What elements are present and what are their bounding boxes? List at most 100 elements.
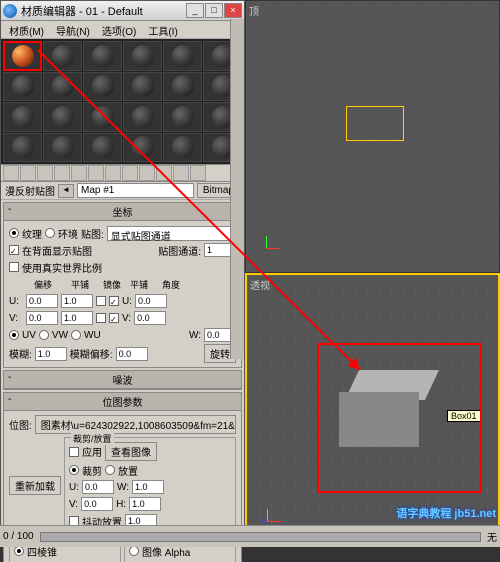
bitmap-path-button[interactable]: 图素材\u=624302922,1008603509&fm=21&gp=0.jp… — [35, 415, 236, 434]
material-editor-window: 材质编辑器 - 01 - Default _ □ × 材质(M) 导航(N) 选… — [0, 0, 245, 547]
tool-button[interactable] — [105, 165, 121, 181]
coords-rollout: 坐标 纹理 环境 贴图: 显式贴图通道 在背面显示贴图 贴图通道: 1 使用真实… — [3, 202, 242, 368]
viewports: 顶 透视 Box01 — [245, 0, 500, 547]
material-slot[interactable] — [123, 72, 162, 102]
material-slot[interactable] — [3, 133, 42, 163]
material-toolbar — [1, 164, 244, 182]
rollout-header[interactable]: 坐标 — [4, 203, 241, 221]
u-mirror[interactable] — [96, 296, 106, 306]
u-repeat[interactable] — [109, 296, 119, 306]
tool-button[interactable] — [88, 165, 104, 181]
object-bounds[interactable] — [346, 106, 404, 141]
axis-gizmo-icon — [252, 234, 284, 266]
wu-radio[interactable] — [71, 330, 81, 340]
v-offset[interactable]: 0.0 — [26, 311, 58, 325]
tool-button[interactable] — [122, 165, 138, 181]
title-bar[interactable]: 材质编辑器 - 01 - Default _ □ × — [1, 1, 244, 21]
material-slot[interactable] — [83, 41, 122, 71]
material-slot[interactable] — [3, 72, 42, 102]
menu-tools[interactable]: 工具(I) — [144, 22, 181, 37]
material-slot[interactable] — [3, 102, 42, 132]
env-radio[interactable] — [45, 228, 55, 238]
tool-button[interactable] — [54, 165, 70, 181]
pyramid-radio[interactable] — [14, 546, 24, 556]
viewport-label: 顶 — [249, 3, 259, 18]
vw-radio[interactable] — [39, 330, 49, 340]
v-angle[interactable]: 0.0 — [134, 311, 166, 325]
tool-button[interactable] — [3, 165, 19, 181]
material-slot[interactable] — [43, 102, 82, 132]
viewport-top[interactable]: 顶 — [245, 0, 500, 273]
uv-radio[interactable] — [9, 330, 19, 340]
bluroff-spinner[interactable]: 0.0 — [116, 347, 148, 361]
menu-options[interactable]: 选项(O) — [98, 22, 140, 37]
timeline-bar[interactable]: 0 / 100 无 — [0, 525, 500, 547]
v-mirror[interactable] — [96, 313, 106, 323]
tool-button[interactable] — [37, 165, 53, 181]
material-slot-1[interactable] — [3, 41, 42, 71]
imgalpha-radio[interactable] — [129, 546, 139, 556]
map-name-dropdown[interactable]: Map #1 — [77, 183, 194, 198]
crop-u[interactable]: 0.0 — [82, 480, 114, 494]
material-slot[interactable] — [43, 41, 82, 71]
material-slot[interactable] — [123, 133, 162, 163]
material-slot[interactable] — [123, 102, 162, 132]
material-slot[interactable] — [163, 41, 202, 71]
apply-check[interactable] — [69, 447, 79, 457]
frame-counter: 0 / 100 — [3, 531, 34, 542]
nav-back-icon[interactable]: ◄ — [58, 184, 74, 198]
show-back-check[interactable] — [9, 245, 19, 255]
app-icon — [3, 4, 17, 18]
blur-spinner[interactable]: 1.0 — [35, 347, 67, 361]
material-slot[interactable] — [83, 133, 122, 163]
crop-w[interactable]: 1.0 — [132, 480, 164, 494]
viewport-label: 透视 — [250, 277, 270, 292]
material-slot[interactable] — [163, 133, 202, 163]
material-slot[interactable] — [123, 41, 162, 71]
map-nav-row: 漫反射贴图 ◄ Map #1 Bitmap — [1, 182, 244, 200]
material-slot[interactable] — [163, 72, 202, 102]
crop-radio[interactable] — [69, 465, 79, 475]
tool-button[interactable] — [139, 165, 155, 181]
material-slot[interactable] — [83, 72, 122, 102]
material-slot[interactable] — [43, 133, 82, 163]
tool-button[interactable] — [71, 165, 87, 181]
u-tile[interactable]: 1.0 — [61, 294, 93, 308]
reload-button[interactable]: 重新加载 — [9, 476, 61, 495]
window-title: 材质编辑器 - 01 - Default — [21, 3, 186, 19]
material-slot[interactable] — [83, 102, 122, 132]
menu-bar: 材质(M) 导航(N) 选项(O) 工具(I) — [1, 21, 244, 39]
maximize-button[interactable]: □ — [205, 3, 223, 18]
menu-material[interactable]: 材质(M) — [5, 22, 48, 37]
rollout-header[interactable]: 噪波 — [4, 371, 241, 389]
menu-navigate[interactable]: 导航(N) — [52, 22, 94, 37]
minimize-button[interactable]: _ — [186, 3, 204, 18]
material-slots — [1, 39, 244, 164]
u-offset[interactable]: 0.0 — [26, 294, 58, 308]
crop-v[interactable]: 0.0 — [81, 497, 113, 511]
realworld-check[interactable] — [9, 262, 19, 272]
material-slot[interactable] — [43, 72, 82, 102]
watermark: 语字典教程 jb51.net — [396, 505, 496, 521]
side-toolbar[interactable] — [230, 19, 244, 359]
place-radio[interactable] — [105, 465, 115, 475]
rollout-header[interactable]: 位图参数 — [4, 393, 241, 411]
diffuse-map-label: 漫反射贴图 — [5, 183, 55, 198]
u-angle[interactable]: 0.0 — [135, 294, 167, 308]
status-text: 无 — [487, 529, 497, 544]
crop-h[interactable]: 1.0 — [129, 497, 161, 511]
map-channel-dropdown[interactable]: 显式贴图通道 — [107, 226, 236, 241]
tool-button[interactable] — [156, 165, 172, 181]
close-button[interactable]: × — [224, 3, 242, 18]
tool-button[interactable] — [173, 165, 189, 181]
v-repeat[interactable] — [109, 313, 119, 323]
material-sphere-icon — [12, 45, 34, 67]
tool-button[interactable] — [190, 165, 206, 181]
v-tile[interactable]: 1.0 — [61, 311, 93, 325]
noise-rollout: 噪波 — [3, 370, 242, 390]
texture-radio[interactable] — [9, 228, 19, 238]
tool-button[interactable] — [20, 165, 36, 181]
time-slider[interactable] — [40, 532, 481, 542]
rollouts-panel[interactable]: 坐标 纹理 环境 贴图: 显式贴图通道 在背面显示贴图 贴图通道: 1 使用真实… — [1, 200, 244, 562]
material-slot[interactable] — [163, 102, 202, 132]
